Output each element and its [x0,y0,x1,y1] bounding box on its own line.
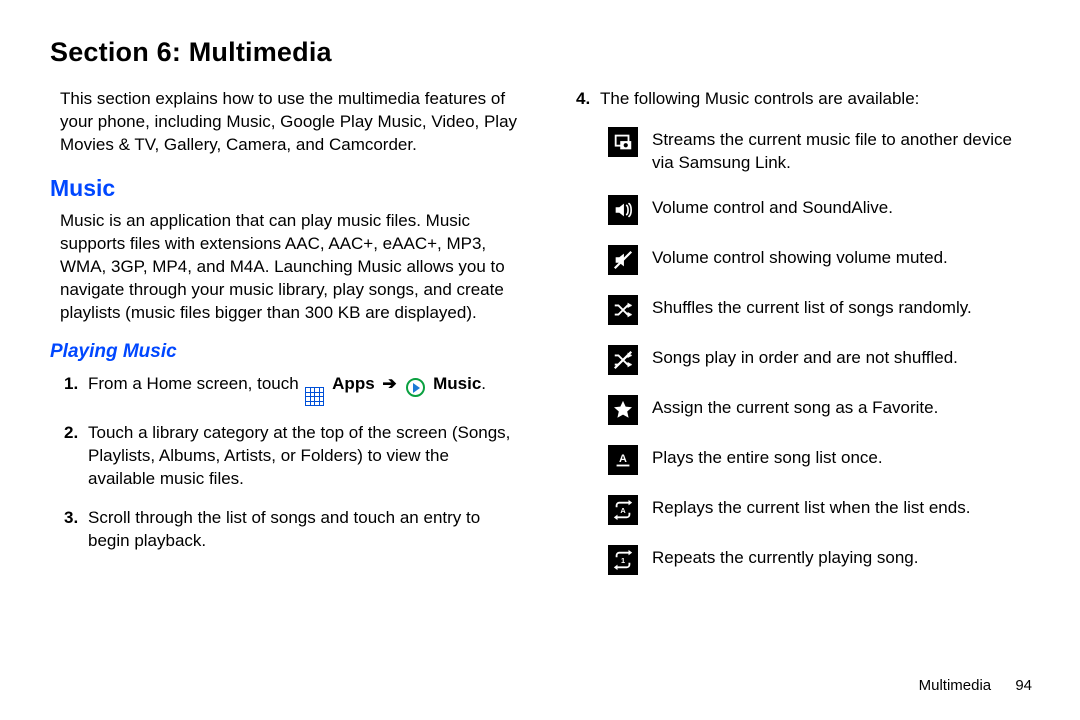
left-column: This section explains how to use the mul… [50,88,520,595]
control-text: Songs play in order and are not shuffled… [652,345,1032,370]
two-column-layout: This section explains how to use the mul… [50,88,1032,595]
control-favorite: Assign the current song as a Favorite. [608,395,1032,425]
control-repeat-all: A Replays the current list when the list… [608,495,1032,525]
steps-list: 1. From a Home screen, touch Apps ➔ Musi… [64,373,520,553]
music-heading: Music [50,173,520,204]
section-title: Section 6: Multimedia [50,34,1032,70]
step-number: 4. [576,88,600,111]
svg-text:1: 1 [621,556,625,565]
control-repeat-one: 1 Repeats the currently playing song. [608,545,1032,575]
step-1-body: From a Home screen, touch Apps ➔ Music. [88,373,520,407]
controls-list: Streams the current music file to anothe… [608,127,1032,575]
svg-text:A: A [619,453,627,465]
control-text: Repeats the currently playing song. [652,545,1032,570]
control-shuffle: Shuffles the current list of songs rando… [608,295,1032,325]
shuffle-icon [608,295,638,325]
control-play-once: A Plays the entire song list once. [608,445,1032,475]
step-2-body: Touch a library category at the top of t… [88,422,520,491]
stream-icon [608,127,638,157]
volume-muted-icon [608,245,638,275]
star-icon [608,395,638,425]
volume-icon [608,195,638,225]
footer-chapter: Multimedia [919,677,992,694]
control-text: Replays the current list when the list e… [652,495,1032,520]
music-description: Music is an application that can play mu… [60,210,520,325]
svg-text:A: A [620,506,626,515]
steps-list-right: 4. The following Music controls are avai… [576,88,1032,111]
step-number: 2. [64,422,88,491]
play-once-icon: A [608,445,638,475]
step-number: 3. [64,507,88,553]
control-text: Volume control showing volume muted. [652,245,1032,270]
apps-label: Apps [332,374,375,393]
arrow-icon: ➔ [382,374,396,393]
step-3-body: Scroll through the list of songs and tou… [88,507,520,553]
step-4: 4. The following Music controls are avai… [576,88,1032,111]
music-app-icon [406,378,425,397]
step-1-prefix: From a Home screen, touch [88,374,303,393]
no-shuffle-icon [608,345,638,375]
step-3: 3. Scroll through the list of songs and … [64,507,520,553]
page-footer: Multimedia 94 [919,676,1032,696]
control-text: Plays the entire song list once. [652,445,1032,470]
control-no-shuffle: Songs play in order and are not shuffled… [608,345,1032,375]
repeat-one-icon: 1 [608,545,638,575]
playing-music-heading: Playing Music [50,339,520,365]
control-text: Shuffles the current list of songs rando… [652,295,1032,320]
step-4-body: The following Music controls are availab… [600,88,1032,111]
control-muted: Volume control showing volume muted. [608,245,1032,275]
apps-icon [305,387,324,406]
step-1: 1. From a Home screen, touch Apps ➔ Musi… [64,373,520,407]
right-column: 4. The following Music controls are avai… [562,88,1032,595]
music-label: Music [433,374,481,393]
step-number: 1. [64,373,88,407]
control-volume: Volume control and SoundAlive. [608,195,1032,225]
repeat-all-icon: A [608,495,638,525]
step-2: 2. Touch a library category at the top o… [64,422,520,491]
control-text: Assign the current song as a Favorite. [652,395,1032,420]
control-stream: Streams the current music file to anothe… [608,127,1032,175]
footer-page-number: 94 [1015,677,1032,694]
control-text: Volume control and SoundAlive. [652,195,1032,220]
intro-text: This section explains how to use the mul… [60,88,520,157]
control-text: Streams the current music file to anothe… [652,127,1032,175]
